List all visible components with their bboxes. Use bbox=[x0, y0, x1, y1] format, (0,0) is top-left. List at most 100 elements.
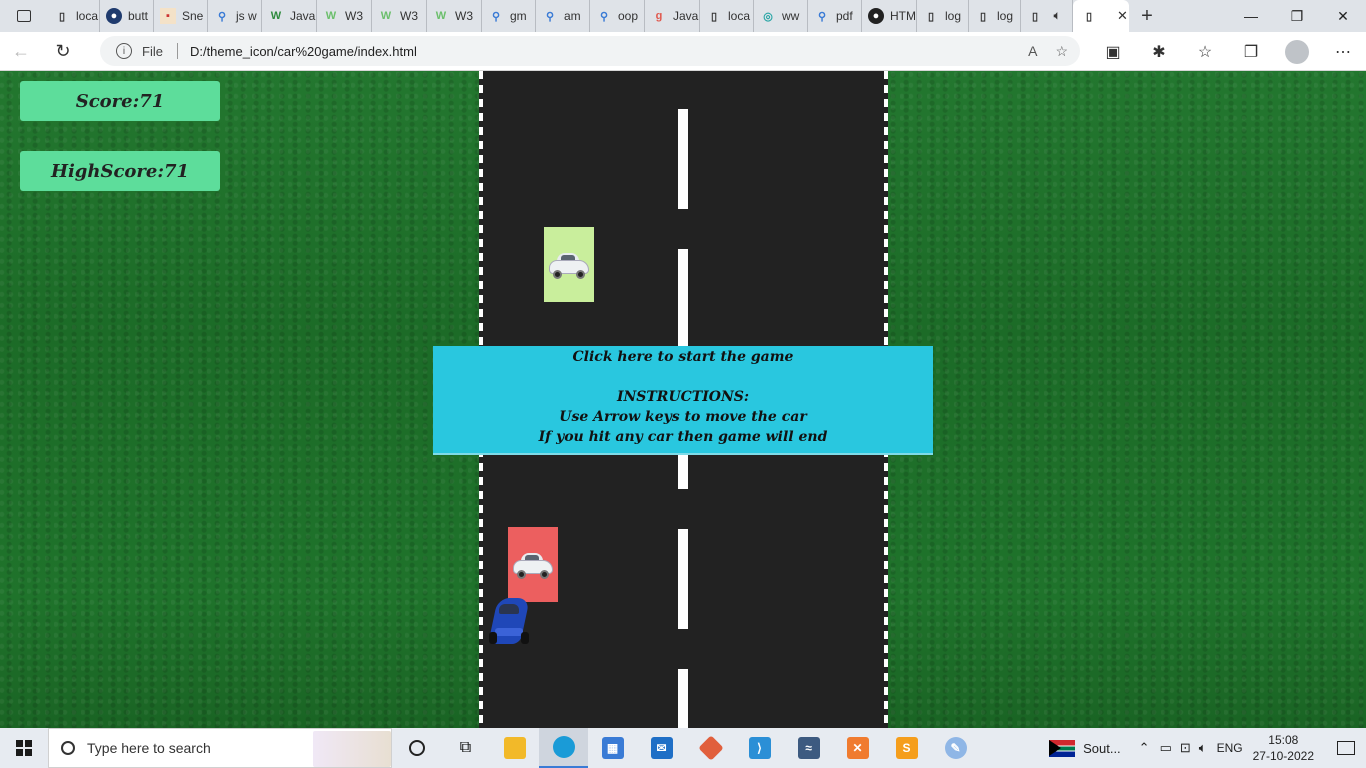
read-aloud-icon[interactable]: A bbox=[1028, 43, 1037, 60]
store-icon: ▦ bbox=[601, 737, 624, 759]
tab[interactable]: W W3 bbox=[317, 0, 372, 32]
favorite-star-icon[interactable]: ☆ bbox=[1055, 43, 1068, 60]
windows-icon bbox=[16, 740, 32, 756]
score-display: Score:71 bbox=[20, 81, 220, 121]
start-game-link[interactable]: Click here to start the game bbox=[433, 347, 933, 367]
favorites-icon[interactable]: ☆ bbox=[1182, 42, 1228, 62]
paint-button[interactable]: ✎ bbox=[931, 728, 980, 768]
tab[interactable]: ▯ log bbox=[969, 0, 1021, 32]
refresh-button[interactable]: ↻ bbox=[42, 33, 84, 69]
restore-button[interactable]: ❐ bbox=[1274, 0, 1320, 32]
file-label: File bbox=[142, 43, 163, 59]
search-icon: ⚲ bbox=[491, 10, 501, 23]
close-tab-icon[interactable]: ✕ bbox=[1117, 8, 1128, 24]
sublime-button[interactable]: S bbox=[882, 728, 931, 768]
url-text[interactable]: D:/theme_icon/car%20game/index.html bbox=[190, 44, 417, 59]
start-button[interactable] bbox=[0, 728, 48, 768]
clock[interactable]: 15:08 27-10-2022 bbox=[1253, 732, 1314, 764]
database-icon: ≈ bbox=[797, 737, 820, 759]
tab[interactable]: ▯ loca bbox=[48, 0, 100, 32]
weather-label[interactable]: Sout... bbox=[1083, 741, 1121, 756]
more-menu-icon[interactable]: ⋯ bbox=[1320, 42, 1366, 62]
game-area[interactable]: Score:71 HighScore:71 Click here to star… bbox=[0, 71, 1366, 728]
tab[interactable]: ▯ log bbox=[917, 0, 969, 32]
minimize-button[interactable]: — bbox=[1228, 0, 1274, 32]
volume-icon[interactable]: 🔈︎ bbox=[1199, 740, 1207, 756]
git-button[interactable] bbox=[686, 728, 735, 768]
tab[interactable]: ◎ ww bbox=[754, 0, 808, 32]
tab[interactable]: ⚲ gm bbox=[482, 0, 536, 32]
navigation-bar: ← ↻ i File D:/theme_icon/car%20game/inde… bbox=[0, 32, 1366, 71]
lane-marking bbox=[678, 529, 688, 629]
back-arrow-icon: ← bbox=[12, 40, 30, 61]
tab[interactable]: ● butt bbox=[100, 0, 154, 32]
car-icon bbox=[549, 250, 589, 280]
tab[interactable]: ⚲ js w bbox=[208, 0, 262, 32]
chevron-up-icon[interactable]: ⌃ bbox=[1139, 740, 1150, 756]
sublime-icon: S bbox=[895, 737, 918, 759]
mail-button[interactable]: ✉ bbox=[637, 728, 686, 768]
file-explorer-button[interactable] bbox=[490, 728, 539, 768]
notifications-button[interactable] bbox=[1326, 741, 1366, 755]
tab-actions-button[interactable] bbox=[0, 0, 48, 32]
page-icon: ▯ bbox=[1031, 10, 1039, 23]
search-icon bbox=[61, 741, 75, 755]
taskbar-search[interactable]: Type here to search bbox=[48, 728, 392, 768]
lane-marking bbox=[678, 249, 688, 349]
store-button[interactable]: ▦ bbox=[588, 728, 637, 768]
tab[interactable]: ⚲ pdf bbox=[808, 0, 862, 32]
divider bbox=[176, 43, 178, 59]
search-icon: ⚲ bbox=[545, 10, 555, 23]
split-screen-icon[interactable]: ▣ bbox=[1090, 42, 1136, 62]
collections-icon[interactable]: ❐ bbox=[1228, 42, 1274, 62]
git-icon bbox=[697, 735, 724, 761]
close-window-button[interactable]: ✕ bbox=[1320, 0, 1366, 32]
vscode-button[interactable]: ⟩ bbox=[735, 728, 784, 768]
tab[interactable]: W Java bbox=[262, 0, 317, 32]
tab[interactable]: ▪ Sne bbox=[154, 0, 208, 32]
tab-actions-icon bbox=[17, 10, 31, 22]
enemy-car bbox=[544, 227, 594, 302]
network-icon[interactable]: ⊡ bbox=[1180, 740, 1191, 756]
search-icon: ⚲ bbox=[217, 10, 227, 23]
page-icon: ▯ bbox=[710, 10, 718, 23]
paint-icon: ✎ bbox=[944, 737, 967, 759]
tab[interactable]: ● HTM bbox=[862, 0, 917, 32]
tab[interactable]: ▯ 🔈︎ bbox=[1021, 0, 1073, 32]
info-icon[interactable]: i bbox=[116, 43, 132, 59]
speaker-icon: 🔈︎ bbox=[1053, 9, 1061, 22]
gfg-icon: g bbox=[655, 10, 663, 22]
window-controls: — ❐ ✕ bbox=[1228, 0, 1366, 32]
search-placeholder: Type here to search bbox=[87, 740, 211, 756]
tab[interactable]: ▯ loca bbox=[700, 0, 754, 32]
tab[interactable]: ⚲ am bbox=[536, 0, 590, 32]
battery-icon[interactable]: ▭ bbox=[1160, 740, 1172, 756]
address-bar[interactable]: i File D:/theme_icon/car%20game/index.ht… bbox=[100, 36, 1080, 66]
back-button[interactable]: ← bbox=[0, 33, 42, 69]
page-icon: ▯ bbox=[927, 10, 935, 23]
tab-active[interactable]: ▯ ✕ bbox=[1073, 0, 1129, 32]
xampp-button[interactable]: ✕ bbox=[833, 728, 882, 768]
tab[interactable]: ⚲ oop bbox=[590, 0, 645, 32]
sql-button[interactable]: ≈ bbox=[784, 728, 833, 768]
w3-icon: W bbox=[325, 10, 337, 22]
start-game-panel[interactable]: Click here to start the game INSTRUCTION… bbox=[433, 346, 933, 455]
cortana-button[interactable] bbox=[392, 728, 441, 768]
language-indicator[interactable]: ENG bbox=[1217, 741, 1243, 755]
tab[interactable]: W W3 bbox=[427, 0, 482, 32]
taskbar: Type here to search ⧉ ▦ ✉ ⟩ ≈ ✕ S ✎ Sout… bbox=[0, 728, 1366, 768]
profile-avatar[interactable] bbox=[1285, 39, 1309, 64]
extensions-icon[interactable]: ✱ bbox=[1136, 42, 1182, 62]
folder-icon bbox=[503, 737, 526, 759]
instructions-title: INSTRUCTIONS: bbox=[616, 389, 750, 405]
new-tab-button[interactable]: + bbox=[1129, 0, 1165, 32]
task-view-button[interactable]: ⧉ bbox=[441, 728, 490, 768]
time: 15:08 bbox=[1268, 733, 1299, 747]
tab[interactable]: W W3 bbox=[372, 0, 427, 32]
edge-button[interactable] bbox=[539, 728, 588, 768]
search-highlight-image bbox=[313, 731, 391, 767]
notification-icon bbox=[1337, 741, 1355, 755]
tab[interactable]: g Java bbox=[645, 0, 700, 32]
edge-icon bbox=[552, 736, 575, 758]
plus-icon: + bbox=[1141, 4, 1153, 27]
